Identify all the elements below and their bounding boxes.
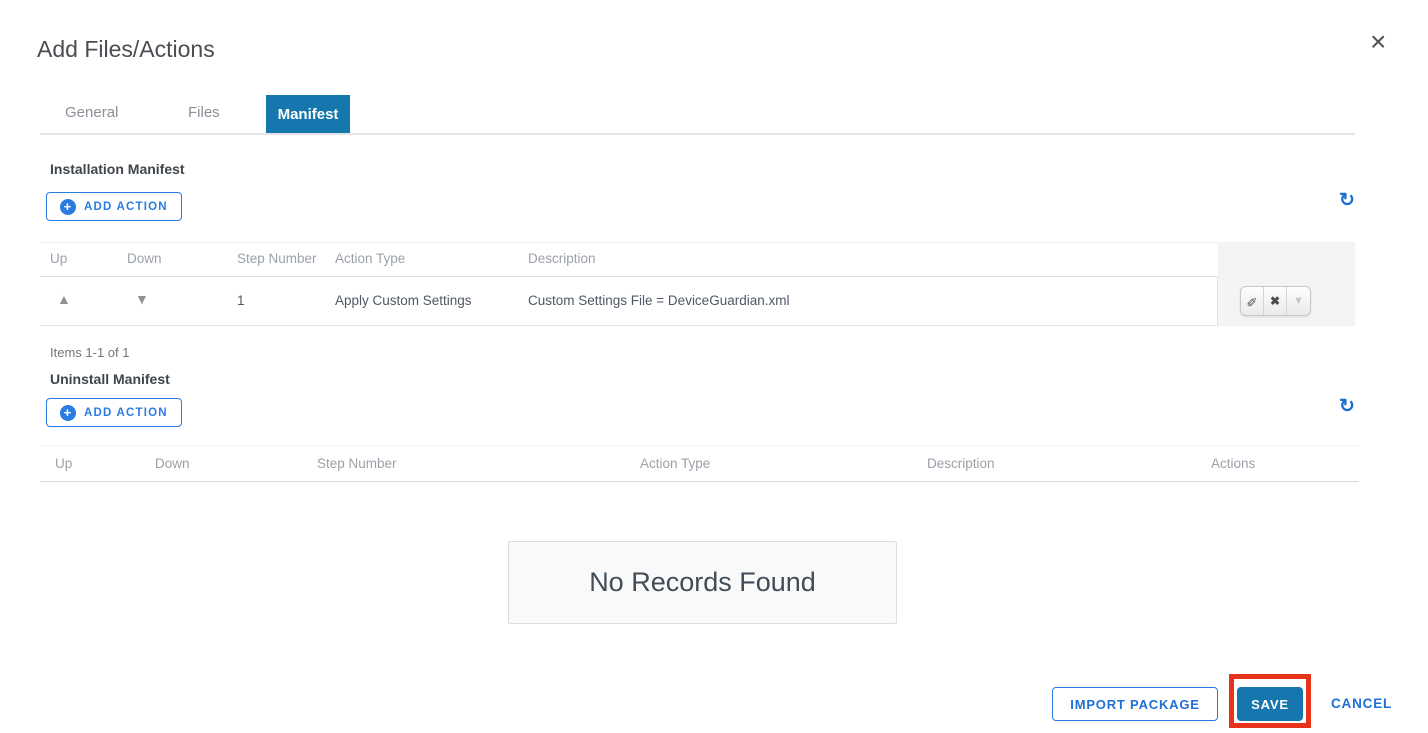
table-row: ▲ ▼ 1 Apply Custom Settings Custom Setti… [40, 277, 1218, 326]
column-header-action-type: Action Type [335, 251, 405, 266]
column-header-actions: Actions [1211, 456, 1255, 471]
plus-icon: + [60, 405, 76, 421]
installation-table-header: Up Down Step Number Action Type Descript… [40, 242, 1218, 277]
move-down-icon[interactable]: ▼ [135, 292, 149, 306]
column-header-step-number: Step Number [237, 251, 317, 266]
move-down-icon: ▼ [1293, 295, 1304, 307]
column-header-down: Down [155, 456, 190, 471]
uninstall-table-header: Up Down Step Number Action Type Descript… [40, 445, 1359, 482]
column-header-description: Description [927, 456, 995, 471]
no-records-box: No Records Found [508, 541, 897, 624]
save-button[interactable]: SAVE [1237, 687, 1303, 721]
import-package-button[interactable]: IMPORT PACKAGE [1052, 687, 1218, 721]
add-action-button-uninstall[interactable]: + ADD ACTION [46, 398, 182, 427]
items-count: Items 1-1 of 1 [50, 345, 129, 360]
delete-icon: ✖ [1270, 294, 1280, 308]
row-action-buttons: ✎ ✖ ▼ [1240, 286, 1311, 316]
column-header-up: Up [50, 251, 67, 266]
cancel-button[interactable]: CANCEL [1331, 696, 1392, 711]
cell-description: Custom Settings File = DeviceGuardian.xm… [528, 293, 789, 308]
add-action-label: ADD ACTION [84, 407, 168, 419]
column-header-down: Down [127, 251, 162, 266]
refresh-icon-installation[interactable]: ↻ [1339, 191, 1355, 210]
uninstall-manifest-heading: Uninstall Manifest [50, 371, 170, 387]
cell-step-number: 1 [237, 293, 245, 308]
installation-manifest-table: Up Down Step Number Action Type Descript… [40, 242, 1355, 326]
move-up-icon[interactable]: ▲ [57, 292, 71, 306]
page-title: Add Files/Actions [37, 36, 215, 63]
move-down-button-disabled[interactable]: ▼ [1287, 287, 1310, 315]
close-icon[interactable]: × [1370, 28, 1386, 56]
delete-button[interactable]: ✖ [1264, 287, 1287, 315]
tab-general[interactable]: General [65, 104, 118, 121]
add-action-button-installation[interactable]: + ADD ACTION [46, 192, 182, 221]
tab-files[interactable]: Files [188, 104, 220, 121]
column-header-action-type: Action Type [640, 456, 710, 471]
cell-action-type: Apply Custom Settings [335, 293, 472, 308]
edit-button[interactable]: ✎ [1241, 287, 1264, 315]
installation-manifest-heading: Installation Manifest [50, 161, 185, 177]
tab-manifest[interactable]: Manifest [266, 95, 350, 133]
add-action-label: ADD ACTION [84, 201, 168, 213]
column-header-up: Up [55, 456, 72, 471]
column-header-description: Description [528, 251, 596, 266]
plus-icon: + [60, 199, 76, 215]
edit-icon: ✎ [1247, 293, 1258, 309]
no-records-text: No Records Found [589, 567, 816, 598]
add-files-actions-dialog: Add Files/Actions × General Files Manife… [0, 0, 1428, 733]
tabs-underline [40, 133, 1355, 135]
refresh-icon-uninstall[interactable]: ↻ [1339, 397, 1355, 416]
column-header-step-number: Step Number [317, 456, 397, 471]
